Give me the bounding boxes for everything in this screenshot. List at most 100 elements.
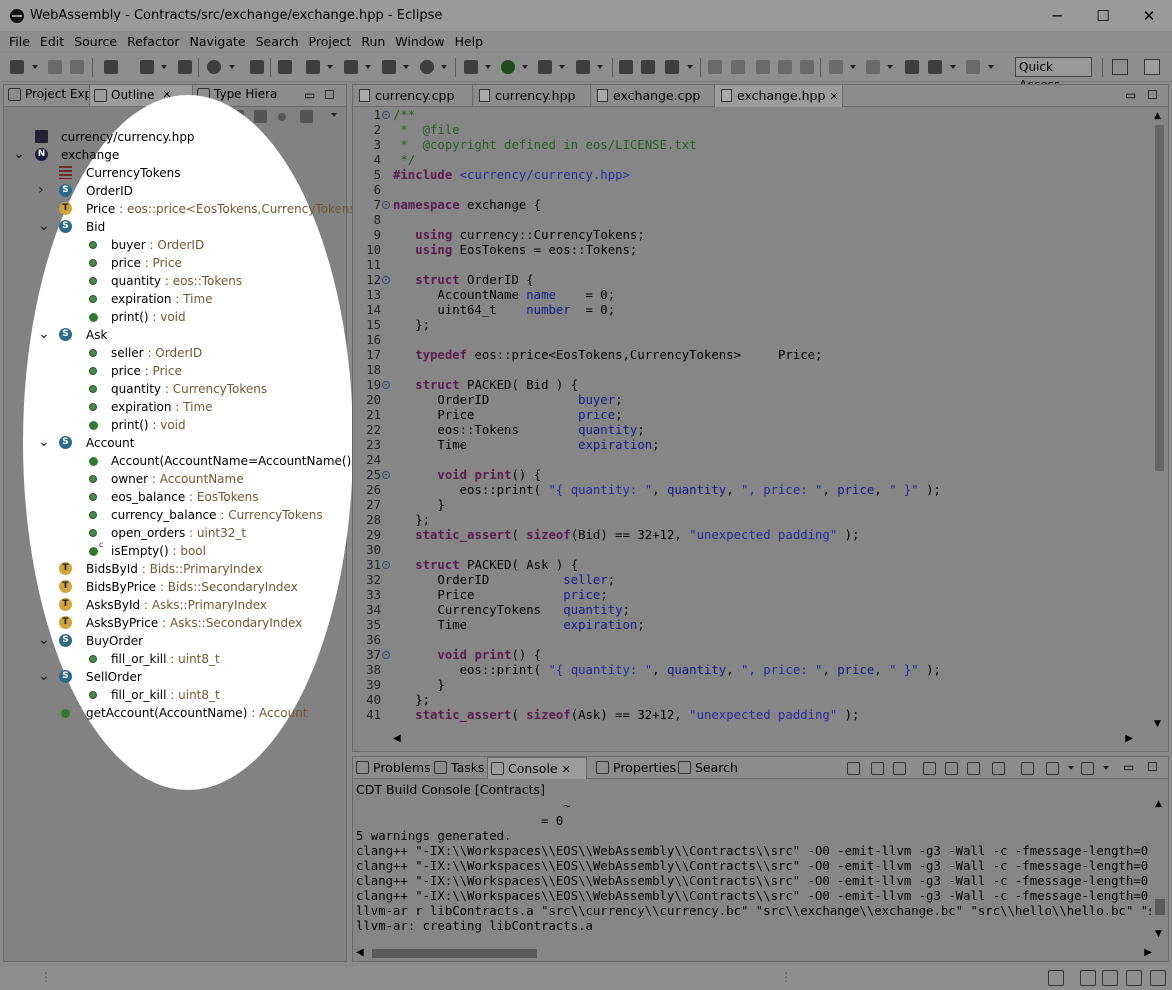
build-config-icon[interactable] <box>104 60 118 74</box>
editor-vertical-scrollbar[interactable]: ▲ ▼ <box>1152 111 1166 729</box>
outline-item[interactable]: quantity : eos::Tokens <box>111 272 242 290</box>
view-menu-icon[interactable] <box>331 113 337 117</box>
chevron-down-icon[interactable] <box>988 65 994 69</box>
chevron-down-icon[interactable]: ⌄ <box>38 327 50 341</box>
scroll-up-icon[interactable]: ▲ <box>1155 799 1162 809</box>
link-editor-icon[interactable] <box>300 110 313 123</box>
outline-item[interactable]: price : Price <box>111 254 182 272</box>
outline-item[interactable]: Account <box>86 434 134 452</box>
menu-edit[interactable]: Edit <box>35 34 69 49</box>
tab-console[interactable]: Console ✕ <box>487 757 587 779</box>
menu-refactor[interactable]: Refactor <box>122 34 184 49</box>
outline-item[interactable]: expiration : Time <box>111 398 213 416</box>
chevron-down-icon[interactable] <box>687 65 693 69</box>
outline-item[interactable]: open_orders : uint32_t <box>111 524 246 542</box>
search-flashlight-icon[interactable] <box>665 60 679 74</box>
annotation-icon[interactable] <box>731 60 745 74</box>
chevron-right-icon[interactable]: › <box>38 183 44 197</box>
pointer-icon[interactable] <box>278 60 292 74</box>
paste-icon[interactable] <box>967 762 980 775</box>
outline-item[interactable]: Bid <box>86 218 105 236</box>
hammer-build-icon[interactable] <box>140 60 154 74</box>
hide-non-public-icon[interactable] <box>254 110 267 123</box>
fold-toggle-icon[interactable]: - <box>382 561 390 569</box>
fold-toggle-icon[interactable]: - <box>382 276 390 284</box>
scroll-left-icon[interactable]: ◀ <box>393 733 401 744</box>
outline-item[interactable]: eos_balance : EosTokens <box>111 488 258 506</box>
editor-horizontal-scrollbar[interactable]: ◀ ▶ <box>393 733 1133 745</box>
close-icon[interactable]: ✕ <box>829 90 838 103</box>
run-configurations-icon[interactable] <box>538 60 552 74</box>
back-arrow-icon[interactable] <box>928 60 942 74</box>
chevron-down-icon[interactable] <box>559 65 565 69</box>
quick-access-field[interactable]: Quick Access <box>1015 57 1092 92</box>
open-console-icon[interactable] <box>1081 762 1094 775</box>
bug-debug-icon[interactable] <box>464 60 478 74</box>
menu-file[interactable]: File <box>4 34 35 49</box>
chevron-down-icon[interactable] <box>1103 766 1109 770</box>
outline-item[interactable]: buyer : OrderID <box>111 236 204 254</box>
pen-icon[interactable] <box>708 60 722 74</box>
code-editor[interactable]: 1-/** 2 * @file 3 * @copyright defined in … <box>353 108 1153 726</box>
menu-search[interactable]: Search <box>251 34 304 49</box>
copy-icon[interactable] <box>923 762 936 775</box>
fold-toggle-icon[interactable]: - <box>382 381 390 389</box>
tab-properties[interactable]: Properties <box>593 757 680 779</box>
save-icon[interactable] <box>48 60 62 74</box>
outline-item[interactable]: price : Price <box>111 362 182 380</box>
outline-item[interactable]: OrderID <box>86 182 133 200</box>
scroll-up-icon[interactable]: ▲ <box>1154 111 1161 121</box>
maximize-button[interactable]: ☐ <box>1080 0 1126 31</box>
scroll-left-icon[interactable]: ◀ <box>356 947 364 958</box>
new-class-icon[interactable] <box>420 60 434 74</box>
outline-item[interactable]: print() : void <box>111 416 186 434</box>
outline-item[interactable]: CurrencyTokens <box>86 164 180 182</box>
clear-console-icon[interactable] <box>992 762 1005 775</box>
notification-icon[interactable] <box>1150 970 1166 986</box>
outline-item[interactable]: owner : AccountName <box>111 470 244 488</box>
outline-item[interactable]: Price : eos::price<EosTokens,CurrencyTok… <box>86 200 366 218</box>
scroll-right-icon[interactable]: ▶ <box>1144 947 1152 958</box>
previous-up-icon[interactable] <box>871 762 884 775</box>
open-element-icon[interactable] <box>641 60 655 74</box>
terminal-icon[interactable] <box>250 60 264 74</box>
outline-item[interactable]: isEmpty() : bool <box>111 542 206 560</box>
block-select-icon[interactable] <box>778 60 792 74</box>
chevron-down-icon[interactable] <box>485 65 491 69</box>
minimize-button[interactable]: ─ <box>1034 0 1080 31</box>
tab-project-explorer[interactable]: Project Exp <box>4 84 89 106</box>
scroll-thumb[interactable] <box>1155 899 1165 915</box>
outline-item[interactable]: currency/currency.hpp <box>61 128 195 146</box>
tab-tasks[interactable]: Tasks <box>431 757 489 779</box>
maximize-view-icon[interactable]: ☐ <box>324 88 335 102</box>
scroll-thumb[interactable] <box>1155 125 1164 471</box>
console-vertical-scrollbar[interactable]: ▲ ▼ <box>1154 799 1166 939</box>
chevron-down-icon[interactable]: ⌄ <box>38 435 50 449</box>
fold-toggle-icon[interactable]: - <box>382 111 390 119</box>
outline-item[interactable]: quantity : CurrencyTokens <box>111 380 267 398</box>
minimize-view-icon[interactable]: ▭ <box>304 88 315 102</box>
fold-toggle-icon[interactable]: - <box>382 201 390 209</box>
wand-icon[interactable] <box>1126 970 1142 986</box>
pin-console-icon[interactable] <box>1021 762 1034 775</box>
chevron-down-icon[interactable]: ⌄ <box>13 147 25 161</box>
close-button[interactable]: ✕ <box>1126 0 1172 31</box>
chevron-down-icon[interactable] <box>229 65 235 69</box>
scroll-thumb[interactable] <box>372 949 537 958</box>
external-tools-icon[interactable] <box>576 60 590 74</box>
chevron-down-icon[interactable]: ⌄ <box>38 633 50 647</box>
outline-item[interactable]: seller : OrderID <box>111 344 202 362</box>
display-console-icon[interactable] <box>1046 762 1059 775</box>
save-all-icon[interactable] <box>70 60 84 74</box>
console-horizontal-scrollbar[interactable]: ◀ ▶ <box>356 947 1152 959</box>
toggle-mark-icon[interactable] <box>756 60 770 74</box>
outline-item[interactable]: currency_balance : CurrencyTokens <box>111 506 323 524</box>
maximize-view-icon[interactable]: ☐ <box>1147 88 1158 102</box>
tab-search[interactable]: Search <box>675 757 742 779</box>
cpp-perspective-icon[interactable] <box>1144 59 1160 75</box>
open-perspective-icon[interactable] <box>1112 59 1128 75</box>
hide-methods-icon[interactable] <box>278 113 286 121</box>
debug-target-icon[interactable] <box>207 60 221 74</box>
tab-exchange-cpp[interactable]: exchange.cpp <box>591 85 715 107</box>
chevron-down-icon[interactable] <box>327 65 333 69</box>
